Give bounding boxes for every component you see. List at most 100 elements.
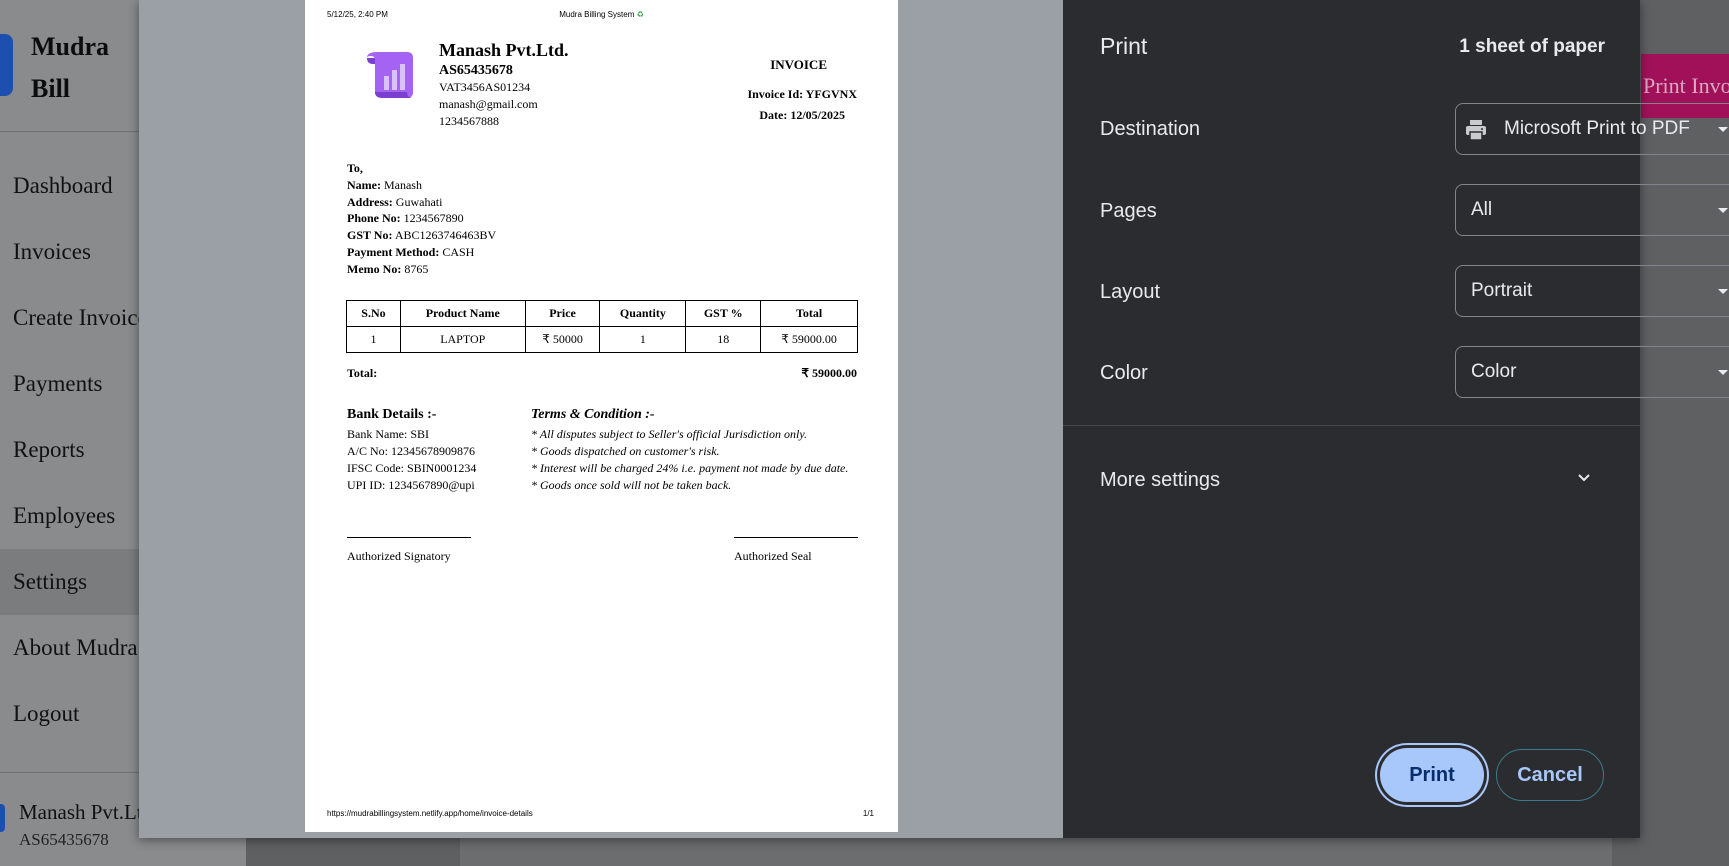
- authorized-seal: Authorized Seal: [734, 549, 812, 563]
- signatory-line: [347, 537, 471, 538]
- company-phone: 1234567888: [439, 114, 499, 128]
- layout-label: Layout: [1100, 281, 1161, 303]
- print-footer-page: 1/1: [862, 809, 874, 818]
- table-header-cell: Quantity: [599, 300, 687, 327]
- print-settings-panel: Print 1 sheet of paper Destination Micro…: [1063, 0, 1729, 838]
- table-cell: 18: [685, 326, 762, 353]
- bank-details: Bank Name: SBI A/C No: 12345678909876 IF…: [347, 426, 476, 494]
- table-header-cell: S.No: [346, 300, 401, 327]
- invoice-title: INVOICE: [770, 57, 827, 72]
- color-select[interactable]: Color: [1455, 346, 1729, 398]
- customer-payment-method: Payment Method: CASH: [347, 244, 475, 259]
- settings-divider: [1063, 425, 1640, 426]
- print-header-title-text: Mudra Billing System: [559, 10, 635, 19]
- brand-name: Mudra Bill: [31, 26, 109, 110]
- sidebar-nav: Dashboard Invoices Create Invoice Paymen…: [0, 153, 140, 747]
- bank-line: A/C No: 12345678909876: [347, 444, 476, 458]
- customer-gst: GST No: ABC1263746463BV: [347, 228, 497, 243]
- table-cell: 1: [599, 326, 687, 353]
- table-cell: LAPTOP: [399, 326, 526, 353]
- print-button[interactable]: Print: [1380, 748, 1484, 802]
- color-value: Color: [1471, 361, 1517, 382]
- printer-icon: [1466, 120, 1486, 141]
- customer-address: Address: Guwahati: [347, 194, 443, 209]
- bank-line: Bank Name: SBI: [347, 427, 429, 441]
- company-name: Manash Pvt.Ltd.: [439, 40, 569, 60]
- more-settings-toggle[interactable]: More settings: [1100, 469, 1220, 492]
- table-cell: ₹ 50000: [524, 326, 601, 353]
- chevron-down-icon[interactable]: [1576, 470, 1592, 486]
- caret-down-icon: [1718, 289, 1728, 294]
- table-row: 1 LAPTOP ₹ 50000 1 18 ₹ 59000.00: [346, 326, 858, 353]
- app-logo: [0, 34, 13, 96]
- terms-line: * Goods once sold will not be taken back…: [531, 478, 732, 492]
- table-cell: 1: [346, 326, 401, 353]
- bank-line: UPI ID: 1234567890@upi: [347, 478, 475, 492]
- destination-value: Microsoft Print to PDF: [1504, 118, 1690, 139]
- print-preview-area: 5/12/25, 2:40 PM Mudra Billing System ♻ …: [139, 0, 1063, 838]
- destination-select[interactable]: Microsoft Print to PDF: [1455, 103, 1729, 155]
- pages-select[interactable]: All: [1455, 184, 1729, 236]
- brand-line-1: Mudra: [31, 32, 109, 61]
- avatar: [0, 804, 5, 832]
- print-title: Print: [1100, 33, 1148, 59]
- bank-line: IFSC Code: SBIN0001234: [347, 461, 477, 475]
- company-vat: VAT3456AS01234: [439, 80, 531, 94]
- caret-down-icon: [1718, 208, 1728, 213]
- nav-divider: [0, 131, 140, 132]
- invoice-date-value: 12/05/2025: [790, 108, 845, 122]
- invoice-items-table: S.No Product Name Price Quantity GST % T…: [346, 300, 858, 353]
- sidebar-item-invoices[interactable]: Invoices: [0, 219, 140, 285]
- caret-down-icon: [1718, 370, 1728, 375]
- authorized-signatory: Authorized Signatory: [347, 549, 451, 563]
- pages-label: Pages: [1100, 200, 1157, 222]
- layout-select[interactable]: Portrait: [1455, 265, 1729, 317]
- recycle-icon: ♻: [636, 10, 644, 19]
- customer-to: To,: [347, 161, 363, 175]
- caret-down-icon: [1718, 127, 1728, 132]
- customer-details: To, Name: Manash Address: Guwahati Phone…: [347, 160, 496, 278]
- brand-line-2: Bill: [31, 74, 71, 103]
- invoice-date: Date: 12/05/2025: [759, 108, 845, 123]
- print-header-title: Mudra Billing System ♻: [305, 10, 898, 19]
- scroll-chart-icon: [367, 52, 413, 98]
- sheet-count: 1 sheet of paper: [1459, 36, 1605, 57]
- sidebar-item-about[interactable]: About Mudra: [0, 615, 140, 681]
- sidebar-item-payments[interactable]: Payments: [0, 351, 140, 417]
- table-header-cell: Price: [524, 300, 601, 327]
- layout-value: Portrait: [1471, 280, 1533, 301]
- company-gst: AS65435678: [439, 63, 513, 78]
- table-header-cell: Product Name: [399, 300, 526, 327]
- sidebar-item-reports[interactable]: Reports: [0, 417, 140, 483]
- total-label: Total:: [347, 366, 378, 380]
- bank-details-heading: Bank Details :-: [347, 407, 437, 422]
- terms-list: * All disputes subject to Seller's offic…: [531, 426, 848, 494]
- terms-line: * All disputes subject to Seller's offic…: [531, 427, 807, 441]
- sidebar-item-create-invoice[interactable]: Create Invoice: [0, 285, 140, 351]
- table-header-row: S.No Product Name Price Quantity GST % T…: [346, 300, 858, 327]
- content-card: [460, 838, 1612, 866]
- total-value: ₹ 59000.00: [801, 366, 857, 380]
- sidebar-item-employees[interactable]: Employees: [0, 483, 140, 549]
- print-dialog: 5/12/25, 2:40 PM Mudra Billing System ♻ …: [139, 0, 1729, 838]
- sidebar-item-settings[interactable]: Settings: [0, 549, 140, 615]
- customer-memo: Memo No: 8765: [347, 261, 429, 276]
- sidebar-item-logout[interactable]: Logout: [0, 681, 140, 747]
- preview-page: 5/12/25, 2:40 PM Mudra Billing System ♻ …: [305, 0, 898, 832]
- print-invoice-label: Print Invoice: [1643, 73, 1729, 98]
- invoice-id: Invoice Id: YFGVNX: [747, 87, 857, 102]
- destination-label: Destination: [1100, 118, 1201, 140]
- invoice-id-value: YFGVNX: [805, 87, 857, 101]
- table-header-cell: Total: [760, 300, 858, 327]
- pages-value: All: [1471, 199, 1493, 220]
- table-header-cell: GST %: [685, 300, 762, 327]
- cancel-button[interactable]: Cancel: [1496, 749, 1604, 801]
- invoice-id-label: Invoice Id:: [747, 87, 804, 101]
- customer-phone: Phone No: 1234567890: [347, 211, 464, 226]
- sidebar-item-dashboard[interactable]: Dashboard: [0, 153, 140, 219]
- table-cell: ₹ 59000.00: [760, 326, 858, 353]
- user-name: Manash Pvt.Ltd.: [19, 800, 159, 824]
- user-divider: [0, 772, 140, 773]
- company-email: manash@gmail.com: [439, 97, 538, 111]
- terms-line: * Goods dispatched on customer's risk.: [531, 444, 720, 458]
